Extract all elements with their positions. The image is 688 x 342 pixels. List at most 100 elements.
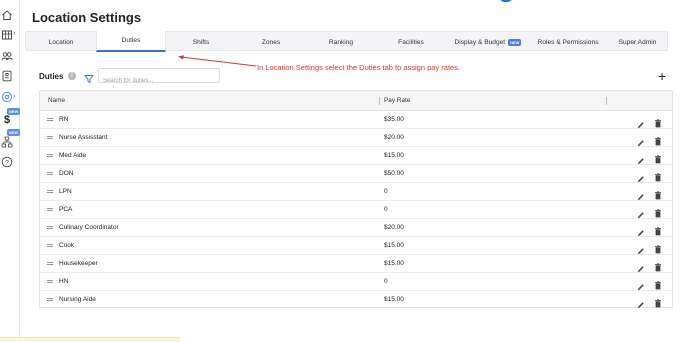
duty-name: Nurse Assisstant bbox=[59, 134, 108, 141]
home-icon[interactable] bbox=[0, 8, 14, 22]
table-row[interactable]: LPN 0 bbox=[40, 183, 672, 201]
info-icon[interactable]: i bbox=[68, 72, 76, 80]
delete-icon[interactable] bbox=[654, 205, 662, 218]
annotation-text: In Location Settings select the Duties t… bbox=[257, 63, 461, 72]
table-row[interactable]: Nursing Aide $15.00 bbox=[40, 291, 672, 309]
drag-handle-icon[interactable] bbox=[47, 262, 53, 266]
pay-rate: $15.00 bbox=[384, 242, 404, 249]
edit-icon[interactable] bbox=[637, 188, 645, 200]
edit-icon[interactable] bbox=[637, 170, 645, 182]
duty-name: HN bbox=[59, 278, 69, 285]
delete-icon[interactable] bbox=[654, 295, 662, 308]
drag-handle-icon[interactable] bbox=[47, 298, 53, 302]
drag-handle-icon[interactable] bbox=[47, 226, 53, 230]
edit-icon[interactable] bbox=[637, 278, 645, 290]
table-row[interactable]: Med Aide $15.00 bbox=[40, 147, 672, 165]
delete-icon[interactable] bbox=[654, 115, 662, 128]
bottom-notification-strip bbox=[0, 337, 180, 342]
help-icon[interactable]: ? bbox=[0, 155, 14, 169]
column-header-name[interactable]: Name bbox=[48, 91, 65, 111]
sidebar: › › NEW $ NEW ? bbox=[0, 0, 21, 342]
edit-icon[interactable] bbox=[637, 242, 645, 254]
table-row[interactable]: DON $50.00 bbox=[40, 165, 672, 183]
delete-icon[interactable] bbox=[654, 169, 662, 182]
pay-rate: 0 bbox=[384, 188, 388, 195]
table-header: Name Pay Rate bbox=[40, 91, 672, 111]
id-card-icon[interactable] bbox=[0, 69, 14, 83]
edit-icon[interactable] bbox=[637, 152, 645, 164]
delete-icon[interactable] bbox=[654, 133, 662, 146]
drag-handle-icon[interactable] bbox=[47, 190, 53, 194]
duties-table: Name Pay Rate RN $35.00 Nurse Assisstant $2… bbox=[39, 90, 673, 308]
table-row[interactable]: RN $35.00 bbox=[40, 111, 672, 129]
new-badge: NEW bbox=[508, 38, 522, 46]
tab-super-admin[interactable]: Super Admin bbox=[606, 32, 669, 52]
pay-rate: $20.00 bbox=[384, 224, 404, 231]
drag-handle-icon[interactable] bbox=[47, 136, 53, 140]
duty-name: Housekeeper bbox=[59, 260, 98, 267]
dollar-icon[interactable]: $ bbox=[0, 113, 14, 127]
hierarchy-icon[interactable] bbox=[0, 135, 14, 149]
delete-icon[interactable] bbox=[654, 277, 662, 290]
duty-name: LPN bbox=[59, 188, 72, 195]
duty-name: Med Aide bbox=[59, 152, 87, 159]
delete-icon[interactable] bbox=[654, 187, 662, 200]
search-input[interactable] bbox=[99, 74, 219, 88]
table-row[interactable]: PCA 0 bbox=[40, 201, 672, 219]
column-header-pay-rate[interactable]: Pay Rate bbox=[384, 91, 410, 111]
drag-handle-icon[interactable] bbox=[47, 244, 53, 248]
edit-icon[interactable] bbox=[637, 260, 645, 272]
tab-ranking[interactable]: Ranking bbox=[306, 32, 376, 52]
pay-rate: $15.00 bbox=[384, 260, 404, 267]
tab-display-budget[interactable]: Display & Budget NEW bbox=[446, 32, 530, 52]
tab-shifts[interactable]: Shifts bbox=[166, 32, 236, 52]
tab-duties[interactable]: Duties bbox=[96, 31, 166, 52]
chevron-right-icon[interactable]: › bbox=[13, 30, 15, 37]
page-title: Location Settings bbox=[32, 10, 142, 25]
drag-handle-icon[interactable] bbox=[47, 118, 53, 122]
edit-icon[interactable] bbox=[637, 224, 645, 236]
tab-zones[interactable]: Zones bbox=[236, 32, 306, 52]
tab-facilities[interactable]: Facilities bbox=[376, 32, 446, 52]
chevron-right-icon[interactable]: › bbox=[13, 93, 15, 100]
tab-roles-permissions[interactable]: Roles & Permissions bbox=[530, 32, 606, 52]
add-duty-button[interactable]: + bbox=[658, 69, 666, 83]
delete-icon[interactable] bbox=[654, 151, 662, 164]
duty-name: DON bbox=[59, 170, 74, 177]
drag-handle-icon[interactable] bbox=[47, 280, 53, 284]
drag-handle-icon[interactable] bbox=[47, 154, 53, 158]
delete-icon[interactable] bbox=[654, 223, 662, 236]
duty-name: Culinary Coordinator bbox=[59, 224, 119, 231]
edit-icon[interactable] bbox=[637, 116, 645, 128]
duties-heading: Duties bbox=[39, 72, 64, 81]
pay-rate: $20.00 bbox=[384, 134, 404, 141]
filter-icon[interactable] bbox=[84, 71, 94, 84]
edit-icon[interactable] bbox=[637, 206, 645, 218]
table-row[interactable]: HN 0 bbox=[40, 273, 672, 291]
duty-name: Cook bbox=[59, 242, 75, 249]
pay-rate: 0 bbox=[384, 206, 388, 213]
table-row[interactable]: Housekeeper $15.00 bbox=[40, 255, 672, 273]
table-row[interactable]: Nurse Assisstant $20.00 bbox=[40, 129, 672, 147]
duty-name: RN bbox=[59, 116, 69, 123]
delete-icon[interactable] bbox=[654, 259, 662, 272]
table-row[interactable]: Culinary Coordinator $20.00 bbox=[40, 219, 672, 237]
pay-rate: $50.00 bbox=[384, 170, 404, 177]
edit-icon[interactable] bbox=[637, 296, 645, 308]
search-input-box[interactable] bbox=[98, 68, 220, 88]
users-icon[interactable] bbox=[0, 49, 14, 63]
edit-icon[interactable] bbox=[637, 134, 645, 146]
location-pin-icon[interactable] bbox=[0, 90, 14, 104]
column-separator[interactable] bbox=[606, 97, 607, 105]
grid-icon[interactable] bbox=[0, 28, 14, 42]
delete-icon[interactable] bbox=[654, 241, 662, 254]
pay-rate: $15.00 bbox=[384, 152, 404, 159]
pay-rate: 0 bbox=[384, 278, 388, 285]
pay-rate: $35.00 bbox=[384, 116, 404, 123]
tab-location[interactable]: Location bbox=[26, 32, 96, 52]
drag-handle-icon[interactable] bbox=[47, 208, 53, 212]
column-separator[interactable] bbox=[379, 97, 380, 105]
pay-rate: $15.00 bbox=[384, 296, 404, 303]
table-row[interactable]: Cook $15.00 bbox=[40, 237, 672, 255]
drag-handle-icon[interactable] bbox=[47, 172, 53, 176]
